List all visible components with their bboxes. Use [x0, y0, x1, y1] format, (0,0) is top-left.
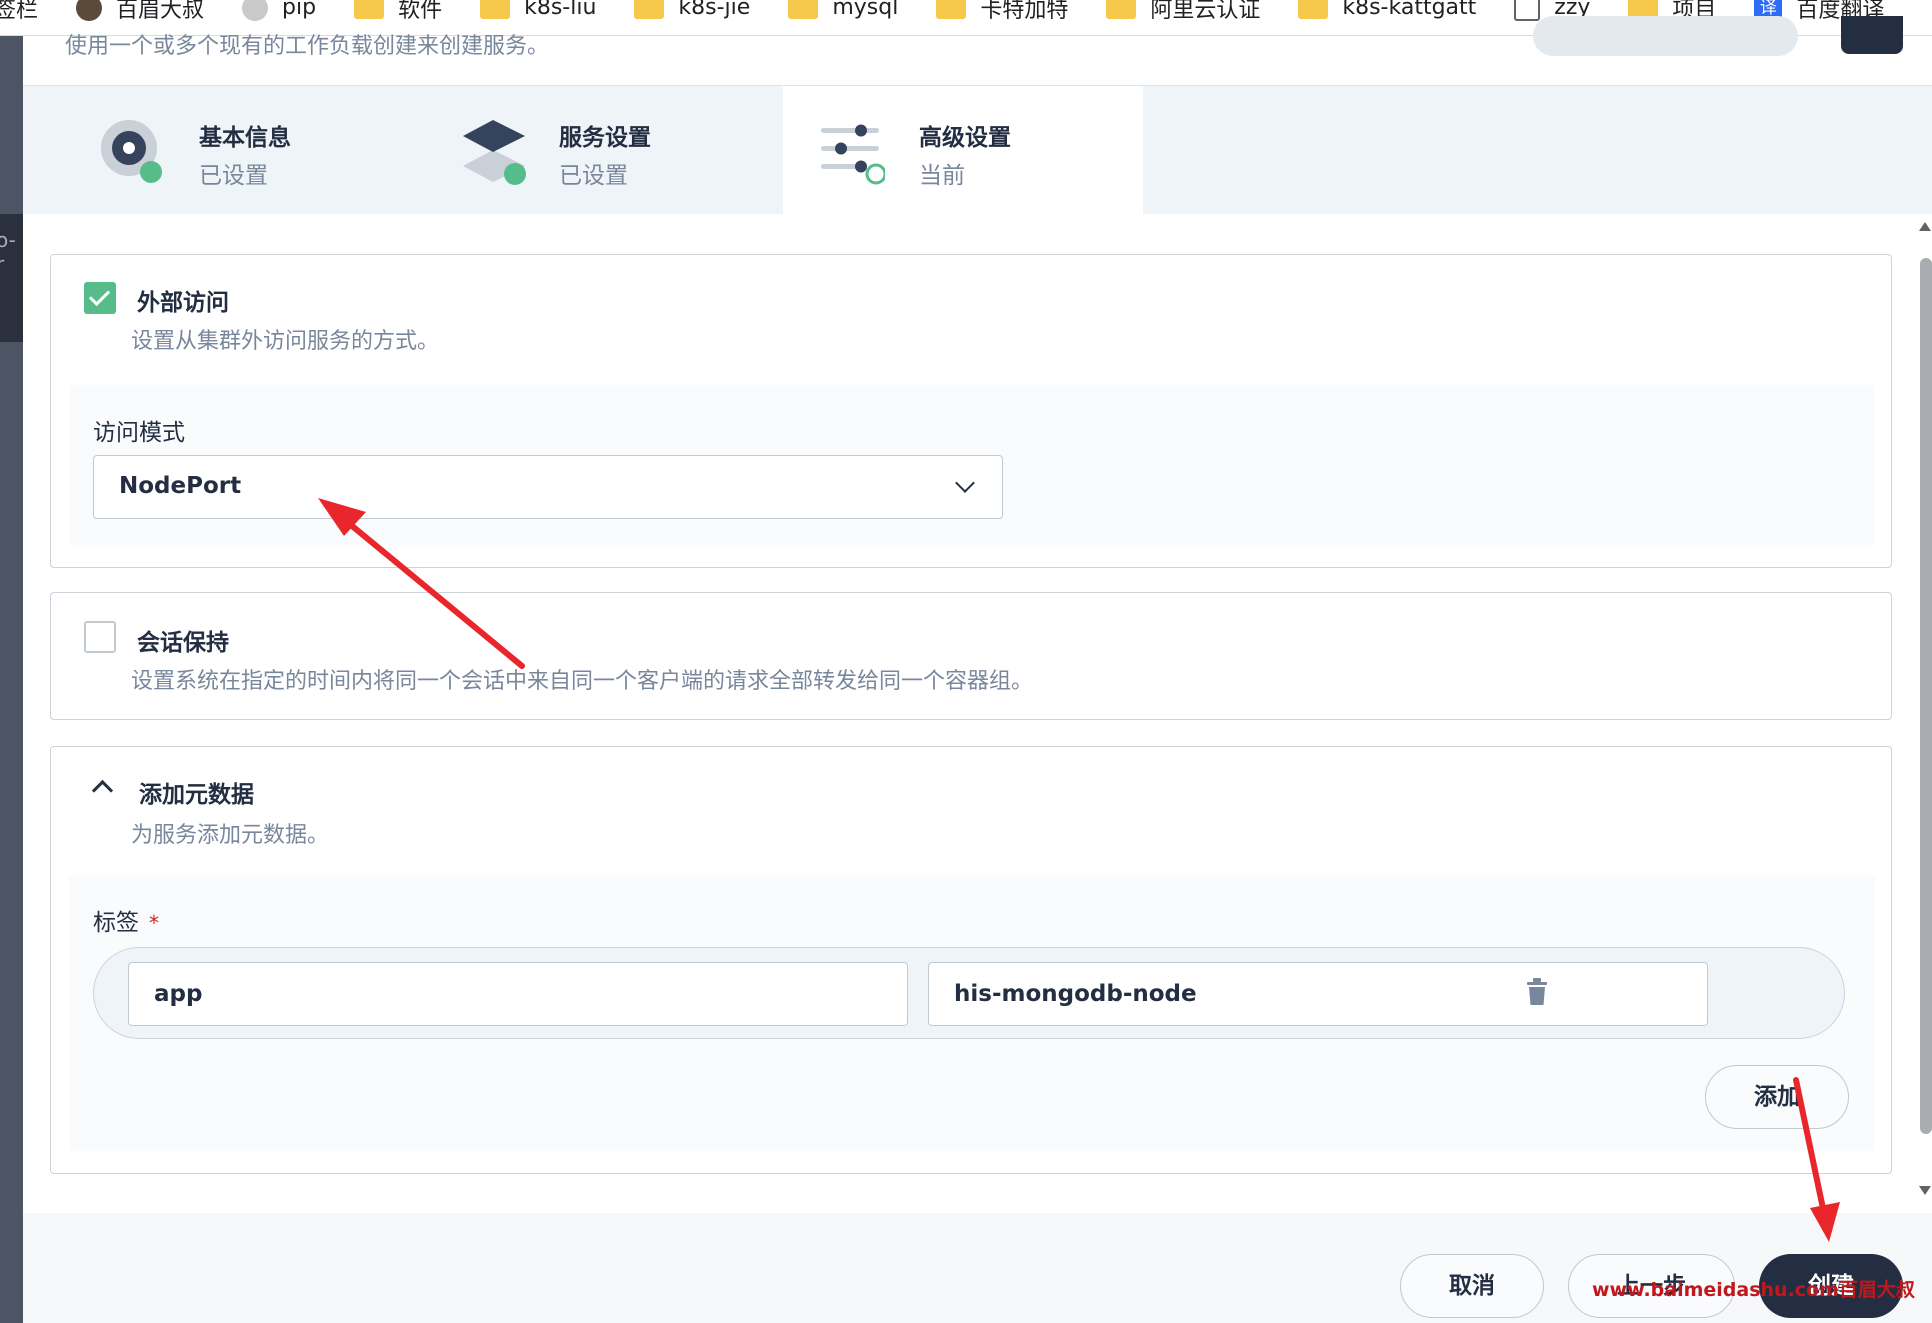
chevron-up-icon[interactable]: [91, 779, 114, 802]
label-value-input[interactable]: his-mongodb-node: [928, 962, 1708, 1026]
scroll-up-arrow[interactable]: [1919, 222, 1931, 231]
step-status: 已设置: [559, 163, 628, 189]
basic-info-icon: [101, 120, 162, 183]
document-icon: [1514, 0, 1541, 21]
step-advanced-settings[interactable]: 高级设置 当前: [783, 86, 1143, 214]
modal-header: 使用一个或多个现有的工作负载创建来创建服务。: [23, 16, 1932, 86]
scrollbar-thumb[interactable]: [1920, 258, 1932, 1134]
card-title: 外部访问: [137, 290, 229, 316]
bookmark-label: 阿里云认证: [1150, 0, 1261, 23]
folder-icon: [1106, 0, 1137, 19]
bookmark-label: 卡特加特: [980, 0, 1069, 23]
access-mode-label: 访问模式: [93, 420, 185, 446]
step-tabs: 基本信息 已设置 服务设置 已设置 高级设置 当前: [23, 86, 1932, 214]
header-close-button[interactable]: [1841, 16, 1903, 54]
label-row: app his-mongodb-node: [93, 947, 1845, 1039]
chevron-down-icon: [955, 473, 975, 493]
bookmark-label: k8s-kattgatt: [1342, 0, 1477, 20]
screen: 签栏 百眉大叔 pip 软件 k8s-liu k8s-jie mysql 卡特: [0, 0, 1932, 1323]
folder-icon: [480, 0, 511, 19]
advanced-settings-icon: [821, 124, 885, 185]
bookmark-label: mysql: [832, 0, 899, 20]
bookmark-folder[interactable]: k8s-liu: [480, 0, 596, 26]
trash-icon[interactable]: [1525, 978, 1549, 1006]
card-title: 添加元数据: [139, 782, 254, 808]
session-affinity-checkbox[interactable]: [84, 621, 116, 653]
add-label-button[interactable]: 添加: [1705, 1065, 1849, 1129]
sidebar-active-item[interactable]: o-r: [0, 214, 23, 342]
bookmark-folder[interactable]: 阿里云认证: [1106, 0, 1260, 26]
step-status: 已设置: [199, 163, 268, 189]
create-service-modal: 使用一个或多个现有的工作负载创建来创建服务。 基本信息 已设置 服务设置 已设置…: [23, 16, 1932, 1323]
step-title: 基本信息: [199, 125, 291, 151]
step-service-settings[interactable]: 服务设置 已设置: [383, 86, 743, 214]
external-access-checkbox[interactable]: [84, 282, 116, 314]
access-mode-panel: 访问模式 NodePort: [69, 385, 1875, 545]
bookmark-label: 百眉大叔: [116, 0, 205, 23]
card-title: 会话保持: [137, 630, 229, 656]
card-description: 设置系统在指定的时间内将同一个会话中来自同一个客户端的请求全部转发给同一个容器组…: [131, 669, 1034, 694]
card-description: 设置从集群外访问服务的方式。: [131, 329, 440, 354]
bookmark-item[interactable]: 百眉大叔: [76, 0, 204, 26]
avatar-icon: [242, 0, 269, 21]
sidebar-fragment-text: o-r: [0, 228, 16, 276]
watermark-text: www.baimeidashu.com百眉大叔: [1592, 1279, 1915, 1301]
metadata-card: 添加元数据 为服务添加元数据。 标签 * app his-mongodb-node…: [50, 746, 1892, 1174]
required-mark: *: [149, 911, 159, 935]
session-affinity-card: 会话保持 设置系统在指定的时间内将同一个会话中来自同一个客户端的请求全部转发给同…: [50, 592, 1892, 720]
folder-icon: [634, 0, 665, 19]
bookmark-label: k8s-liu: [524, 0, 597, 20]
cancel-button[interactable]: 取消: [1400, 1254, 1544, 1318]
labels-label-text: 标签: [93, 910, 139, 936]
labels-label: 标签 *: [93, 903, 159, 937]
access-mode-value: NodePort: [119, 473, 242, 499]
folder-icon: [788, 0, 819, 19]
modal-description: 使用一个或多个现有的工作负载创建来创建服务。: [65, 34, 550, 59]
header-pill-button[interactable]: [1533, 16, 1798, 56]
modal-footer: 取消 上一步 创建: [23, 1213, 1932, 1323]
folder-icon: [936, 0, 967, 19]
step-status: 当前: [919, 163, 965, 189]
bookmark-item[interactable]: pip: [242, 0, 316, 26]
bookmark-label: 签栏: [0, 0, 39, 23]
scroll-down-arrow[interactable]: [1919, 1186, 1931, 1195]
bookmark-label: 软件: [398, 0, 443, 23]
bookmark-folder[interactable]: k8s-kattgatt: [1298, 0, 1476, 26]
access-mode-select[interactable]: NodePort: [93, 455, 1003, 519]
folder-icon: [1298, 0, 1329, 19]
service-settings-icon: [463, 120, 526, 185]
folder-icon: [354, 0, 385, 19]
bookmark-label: k8s-jie: [678, 0, 751, 20]
step-title: 服务设置: [559, 125, 651, 151]
person-avatar-icon: [76, 0, 103, 21]
background-sidebar: o-r: [0, 36, 23, 1323]
bookmark-folder[interactable]: 卡特加特: [936, 0, 1068, 26]
labels-panel: 标签 * app his-mongodb-node 添加: [69, 875, 1875, 1151]
card-description: 为服务添加元数据。: [131, 823, 330, 848]
step-title: 高级设置: [919, 125, 1011, 151]
external-access-card: 外部访问 设置从集群外访问服务的方式。 访问模式 NodePort: [50, 254, 1892, 568]
bookmark-item[interactable]: 签栏: [0, 0, 38, 26]
label-key-input[interactable]: app: [128, 962, 908, 1026]
bookmark-folder[interactable]: mysql: [788, 0, 898, 26]
bookmark-label: pip: [282, 0, 317, 20]
step-basic-info[interactable]: 基本信息 已设置: [23, 86, 383, 214]
bookmark-folder[interactable]: k8s-jie: [634, 0, 750, 26]
bookmark-folder[interactable]: 软件: [354, 0, 442, 26]
